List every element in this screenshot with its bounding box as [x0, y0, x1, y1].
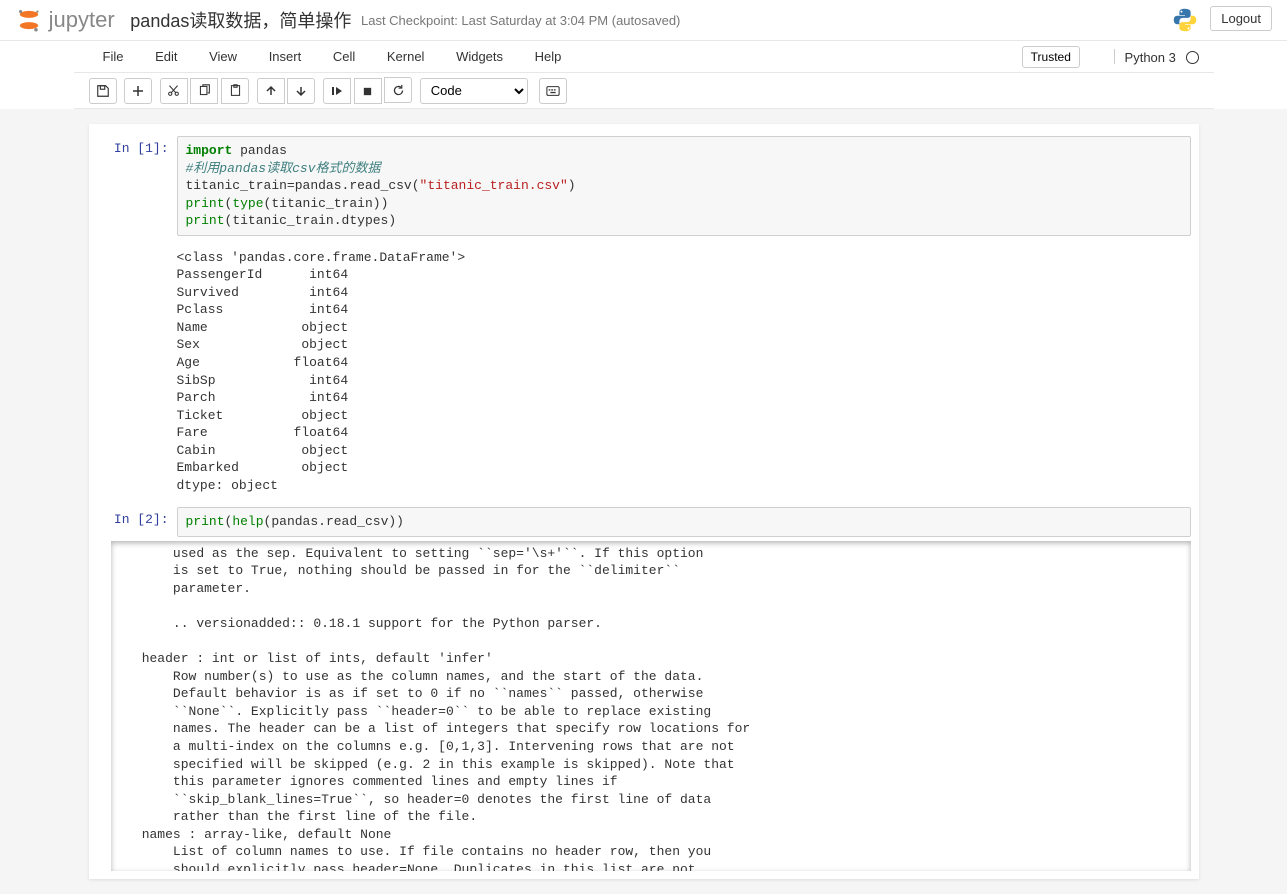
- logout-button[interactable]: Logout: [1210, 6, 1272, 31]
- menu-kernel[interactable]: Kernel: [373, 41, 439, 72]
- input-prompt: In [1]:: [97, 136, 177, 236]
- restart-button[interactable]: [384, 77, 412, 103]
- cut-button[interactable]: [160, 78, 188, 104]
- checkpoint-status: Last Checkpoint: Last Saturday at 3:04 P…: [361, 13, 680, 28]
- output-cell: <class 'pandas.core.frame.DataFrame'> Pa…: [89, 240, 1199, 504]
- toolbar: Code: [74, 73, 1214, 109]
- python-logo-icon: [1171, 6, 1199, 34]
- run-button[interactable]: [323, 78, 351, 104]
- menu-view[interactable]: View: [195, 41, 251, 72]
- code-input[interactable]: print(help(pandas.read_csv)): [177, 507, 1191, 537]
- output-text: <class 'pandas.core.frame.DataFrame'> Pa…: [177, 244, 1191, 500]
- move-up-button[interactable]: [257, 78, 285, 104]
- menu-widgets[interactable]: Widgets: [442, 41, 517, 72]
- trusted-indicator[interactable]: Trusted: [1022, 46, 1080, 68]
- input-prompt: In [2]:: [97, 507, 177, 537]
- menu-insert[interactable]: Insert: [255, 41, 316, 72]
- notebook-header: jupyter pandas读取数据，简单操作 Last Checkpoint:…: [0, 0, 1287, 41]
- menu-file[interactable]: File: [89, 41, 138, 72]
- menu-cell[interactable]: Cell: [319, 41, 369, 72]
- notebook-name[interactable]: pandas读取数据，简单操作: [130, 11, 351, 31]
- code-cell[interactable]: In [2]: print(help(pandas.read_csv)): [89, 503, 1199, 541]
- add-cell-button[interactable]: [124, 78, 152, 104]
- jupyter-logo[interactable]: [15, 6, 43, 34]
- paste-button[interactable]: [221, 78, 249, 104]
- move-down-button[interactable]: [287, 78, 315, 104]
- code-cell[interactable]: In [1]: import pandas #利用pandas读取csv格式的数…: [89, 132, 1199, 240]
- output-prompt: [97, 244, 177, 500]
- save-button[interactable]: [89, 78, 117, 104]
- kernel-idle-icon: [1186, 51, 1199, 64]
- cell-type-select[interactable]: Code: [420, 78, 528, 104]
- menu-help[interactable]: Help: [521, 41, 576, 72]
- jupyter-brand-text[interactable]: jupyter: [49, 7, 115, 32]
- output-text-scroll[interactable]: used as the sep. Equivalent to setting `…: [111, 541, 1191, 871]
- notebook-container: In [1]: import pandas #利用pandas读取csv格式的数…: [89, 124, 1199, 879]
- interrupt-button[interactable]: [354, 78, 382, 104]
- notebook-area: In [1]: import pandas #利用pandas读取csv格式的数…: [0, 109, 1287, 894]
- menu-edit[interactable]: Edit: [141, 41, 191, 72]
- code-input[interactable]: import pandas #利用pandas读取csv格式的数据 titani…: [177, 136, 1191, 236]
- menubar: File Edit View Insert Cell Kernel Widget…: [74, 41, 1214, 73]
- output-cell: used as the sep. Equivalent to setting `…: [89, 541, 1199, 871]
- kernel-name[interactable]: Python 3: [1125, 50, 1176, 65]
- output-prompt: [97, 541, 111, 871]
- command-palette-button[interactable]: [539, 78, 567, 104]
- copy-button[interactable]: [190, 78, 218, 104]
